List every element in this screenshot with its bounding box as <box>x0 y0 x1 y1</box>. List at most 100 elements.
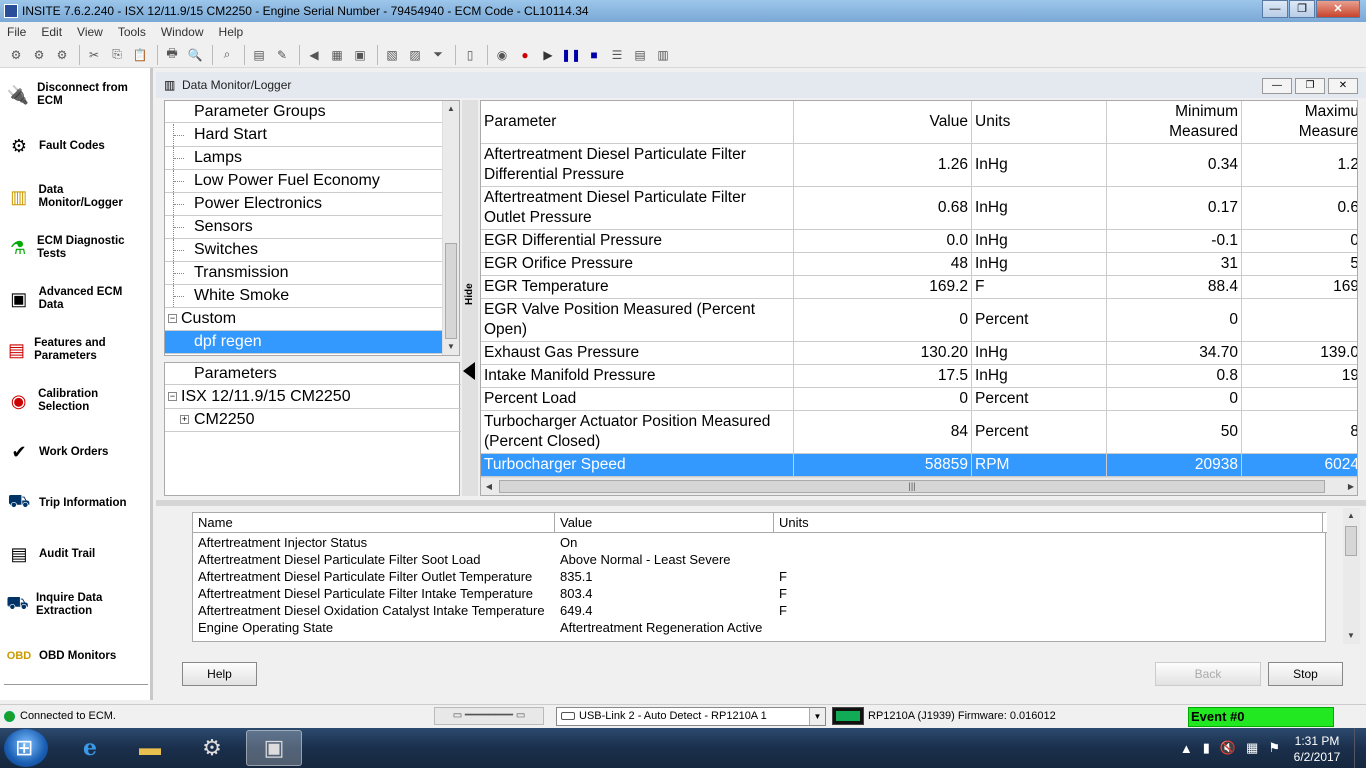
column-header-maximum[interactable]: Maximu Measure <box>1242 101 1357 143</box>
internet-explorer-icon[interactable]: e <box>62 730 118 766</box>
list-item[interactable]: Sensors <box>165 216 443 239</box>
volume-muted-icon[interactable]: 🔇 <box>1220 740 1236 756</box>
menu-help[interactable]: Help <box>212 25 252 39</box>
column-header-minimum[interactable]: Minimum Measured <box>1107 101 1242 143</box>
hide-panel-bar[interactable]: Hide <box>462 100 478 496</box>
table-row[interactable]: EGR Valve Position Measured (Percent Open… <box>481 299 1357 342</box>
scroll-left-icon[interactable]: ◀ <box>481 478 497 495</box>
adapter-select[interactable]: USB-Link 2 - Auto Detect - RP1210A 1 ▼ <box>556 707 826 726</box>
sidebar-item-data-monitor[interactable]: ▥ Data Monitor/Logger <box>4 174 149 220</box>
scroll-down-icon[interactable]: ▼ <box>1343 628 1359 644</box>
sidebar-item-features[interactable]: ▤ Features and Parameters <box>4 327 149 373</box>
scroll-right-icon[interactable]: ▶ <box>1343 478 1357 495</box>
grid-horizontal-scrollbar[interactable]: ◀ ||| ▶ <box>481 477 1357 495</box>
table-row[interactable]: EGR Differential Pressure0.0InHg-0.10 <box>481 230 1357 253</box>
list-item[interactable]: Power Electronics <box>165 193 443 216</box>
collapse-icon[interactable]: − <box>168 392 177 401</box>
child-restore-button[interactable]: ❐ <box>1295 78 1325 94</box>
copy-icon[interactable]: ⎘ <box>107 45 127 65</box>
help-button[interactable]: Help <box>182 662 257 686</box>
list-item[interactable]: Transmission <box>165 262 443 285</box>
list-item[interactable]: White Smoke <box>165 285 443 308</box>
show-desktop-button[interactable] <box>1354 728 1366 768</box>
print-preview-icon[interactable]: 🔍 <box>185 45 205 65</box>
network-icon[interactable]: ▦ <box>1246 740 1258 756</box>
sidebar-item-diagnostic-tests[interactable]: ⚗ ECM Diagnostic Tests <box>4 225 149 271</box>
table-row[interactable]: Exhaust Gas Pressure 130.20 InHg 34.70 139.0 <box>481 342 1357 365</box>
tool6-icon[interactable]: ▨ <box>405 45 425 65</box>
restore-button[interactable]: ❐ <box>1289 0 1315 18</box>
list-item-selected[interactable]: dpf regen <box>165 331 443 354</box>
stop-button[interactable]: Stop <box>1268 662 1343 686</box>
list-item[interactable]: Aftertreatment Diesel Particulate Filter… <box>193 568 1327 585</box>
clock[interactable]: 1:31 PM 6/2/2017 <box>1288 733 1346 765</box>
column-header-parameter[interactable]: Parameter <box>481 101 794 143</box>
table-row[interactable]: EGR Temperature 169.2 F 88.4 169 <box>481 276 1357 299</box>
flag-icon[interactable]: ⚑ <box>1268 740 1280 756</box>
child-minimize-button[interactable]: — <box>1262 78 1292 94</box>
sidebar-item-inquire-data[interactable]: ⛟ Inquire Data Extraction <box>4 582 149 628</box>
table-row[interactable]: Intake Manifold Pressure 17.5 InHg 0.8 19 <box>481 365 1357 388</box>
filter-icon[interactable]: ⏷ <box>428 45 448 65</box>
table-row[interactable]: Aftertreatment Diesel Particulate Filter… <box>481 187 1357 230</box>
speaker-icon[interactable]: ◀ <box>304 45 324 65</box>
minimize-button[interactable]: — <box>1262 0 1288 18</box>
close-button[interactable]: ✕ <box>1316 0 1360 18</box>
column-header-units[interactable]: Units <box>774 513 1323 533</box>
tree-root-item[interactable]: − ISX 12/11.9/15 CM2250 <box>165 386 461 409</box>
column-header-value[interactable]: Value <box>794 101 972 143</box>
panel-splitter[interactable] <box>156 500 1366 506</box>
menu-edit[interactable]: Edit <box>34 25 70 39</box>
list-item[interactable]: Switches <box>165 239 443 262</box>
tool3-icon[interactable]: ▦ <box>327 45 347 65</box>
device-tray-icon[interactable]: ▮ <box>1203 740 1210 756</box>
cut-icon[interactable]: ✂ <box>84 45 104 65</box>
scroll-down-icon[interactable]: ▼ <box>443 339 459 355</box>
scroll-thumb[interactable] <box>1345 526 1357 556</box>
child-close-button[interactable]: ✕ <box>1328 78 1358 94</box>
paste-icon[interactable]: 📋 <box>130 45 150 65</box>
connect3-icon[interactable]: ⚙ <box>52 45 72 65</box>
tool2-icon[interactable]: ✎ <box>272 45 292 65</box>
sidebar-item-obd-monitors[interactable]: OBD OBD Monitors <box>4 633 149 679</box>
sidebar-item-fault-codes[interactable]: ⚙ Fault Codes <box>4 123 149 169</box>
list-item[interactable]: Aftertreatment Diesel Particulate Filter… <box>193 551 1327 568</box>
collapse-icon[interactable]: − <box>168 314 177 323</box>
column-header-units[interactable]: Units <box>972 101 1107 143</box>
page-icon[interactable]: ▯ <box>460 45 480 65</box>
list-item[interactable]: Lamps <box>165 147 443 170</box>
find-icon[interactable]: ⌕ <box>217 45 237 65</box>
record-icon[interactable]: ● <box>515 45 535 65</box>
play-icon[interactable]: ▶ <box>538 45 558 65</box>
sidebar-item-calibration[interactable]: ◉ Calibration Selection <box>4 378 149 424</box>
sidebar-item-trip-information[interactable]: ⛟ Trip Information <box>4 480 149 526</box>
app-taskbar-icon[interactable]: ⚙ <box>184 730 240 766</box>
scroll-thumb[interactable]: ||| <box>499 480 1325 493</box>
menu-view[interactable]: View <box>70 25 111 39</box>
list-item[interactable]: Engine Operating State Aftertreatment Reg… <box>193 619 1327 636</box>
pause-icon[interactable]: ❚❚ <box>561 45 581 65</box>
insite-taskbar-icon[interactable]: ▣ <box>246 730 302 766</box>
table-row[interactable]: Percent Load 0 Percent 0 <box>481 388 1357 411</box>
custom-group-item[interactable]: − Custom <box>165 308 443 331</box>
stop-icon[interactable]: ■ <box>584 45 604 65</box>
start-button[interactable] <box>4 729 48 767</box>
table-row[interactable]: Turbocharger Speed 58859 RPM 20938 6024 <box>481 454 1357 477</box>
column-header-name[interactable]: Name <box>193 513 555 533</box>
tree-child-item[interactable]: + CM2250 <box>165 409 461 432</box>
sidebar-item-advanced-data[interactable]: ▣ Advanced ECM Data <box>4 276 149 322</box>
sidebar-item-work-orders[interactable]: ✔ Work Orders <box>4 429 149 475</box>
list-item[interactable]: Low Power Fuel Economy <box>165 170 443 193</box>
menu-window[interactable]: Window <box>154 25 212 39</box>
table-row[interactable]: EGR Orifice Pressure48InHg315 <box>481 253 1357 276</box>
collapse-arrow-icon[interactable] <box>463 362 475 380</box>
tool5-icon[interactable]: ▧ <box>382 45 402 65</box>
tool7-icon[interactable]: ▤ <box>630 45 650 65</box>
list-item[interactable]: Hard Start <box>165 124 443 147</box>
list-icon[interactable]: ☰ <box>607 45 627 65</box>
list-item[interactable]: Aftertreatment Injector Status On <box>193 534 1327 551</box>
tray-expand-icon[interactable]: ▲ <box>1180 741 1193 756</box>
menu-tools[interactable]: Tools <box>111 25 154 39</box>
chevron-down-icon[interactable]: ▼ <box>809 708 825 725</box>
parameter-groups-scrollbar[interactable]: ▲ ▼ <box>442 101 459 355</box>
